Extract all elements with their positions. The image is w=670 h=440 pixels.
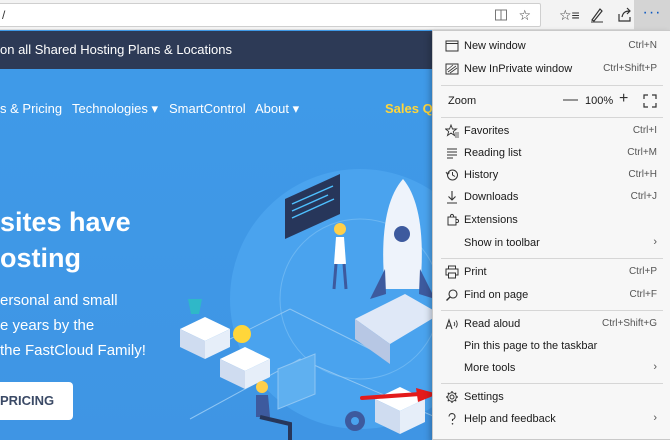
reading-view-icon[interactable] bbox=[494, 8, 508, 22]
menu-divider bbox=[441, 117, 663, 118]
menu-find-on-page[interactable]: Find on page Ctrl+F bbox=[433, 284, 670, 306]
menu-settings[interactable]: Settings bbox=[433, 386, 670, 408]
share-icon[interactable] bbox=[616, 6, 634, 24]
menu-new-window[interactable]: New window Ctrl+N bbox=[433, 35, 670, 57]
help-icon bbox=[448, 413, 456, 425]
hero-subline-1: ersonal and small bbox=[0, 292, 118, 309]
menu-favorites[interactable]: Favorites Ctrl+I bbox=[433, 120, 670, 142]
menu-label: History bbox=[464, 169, 499, 181]
download-icon bbox=[447, 191, 457, 204]
chevron-right-icon: › bbox=[653, 236, 657, 248]
read-aloud-icon bbox=[445, 318, 458, 330]
settings-more-button[interactable]: ··· bbox=[634, 0, 670, 30]
menu-read-aloud[interactable]: Read aloud Ctrl+Shift+G bbox=[433, 313, 670, 335]
chevron-right-icon: › bbox=[653, 412, 657, 424]
menu-shortcut: Ctrl+Shift+G bbox=[601, 318, 657, 329]
menu-divider bbox=[441, 383, 663, 384]
print-icon bbox=[445, 265, 459, 279]
address-bar[interactable]: / ☆ bbox=[0, 3, 541, 27]
promo-text: on all Shared Hosting Plans & Locations bbox=[0, 42, 232, 57]
menu-shortcut: Ctrl+J bbox=[630, 191, 657, 202]
menu-label: New InPrivate window bbox=[464, 63, 573, 75]
menu-shortcut: Ctrl+F bbox=[629, 289, 658, 300]
menu-label: Pin this page to the taskbar bbox=[464, 340, 598, 352]
menu-new-inprivate-window[interactable]: New InPrivate window Ctrl+Shift+P bbox=[433, 58, 670, 80]
menu-downloads[interactable]: Downloads Ctrl+J bbox=[433, 186, 670, 208]
menu-help-and-feedback[interactable]: Help and feedback › bbox=[433, 408, 670, 430]
menu-label: Read aloud bbox=[464, 318, 521, 330]
menu-show-in-toolbar[interactable]: Show in toolbar › bbox=[433, 232, 670, 254]
settings-and-more-menu: New window Ctrl+N New InPrivate window C… bbox=[432, 30, 670, 440]
fullscreen-icon[interactable] bbox=[643, 94, 657, 108]
menu-shortcut: Ctrl+P bbox=[628, 266, 657, 277]
menu-label: Extensions bbox=[464, 214, 518, 226]
zoom-label: Zoom bbox=[448, 95, 477, 107]
menu-label: Show in toolbar bbox=[464, 237, 540, 249]
zoom-in-button[interactable]: + bbox=[619, 90, 628, 108]
menu-shortcut: Ctrl+N bbox=[628, 40, 657, 51]
menu-shortcut: Ctrl+I bbox=[632, 125, 657, 136]
favorites-icon bbox=[445, 124, 459, 138]
menu-print[interactable]: Print Ctrl+P bbox=[433, 261, 670, 283]
menu-divider bbox=[441, 310, 663, 311]
menu-label: More tools bbox=[464, 362, 516, 374]
menu-pin-to-taskbar[interactable]: Pin this page to the taskbar bbox=[433, 335, 670, 357]
zoom-out-button[interactable]: — bbox=[563, 91, 578, 108]
search-icon bbox=[446, 289, 458, 301]
history-icon bbox=[445, 169, 458, 181]
red-arrow-annotation bbox=[360, 388, 438, 402]
add-favorite-star-icon[interactable]: ☆ bbox=[518, 7, 531, 23]
menu-label: Print bbox=[464, 266, 487, 278]
chevron-right-icon: › bbox=[653, 361, 657, 373]
menu-extensions[interactable]: Extensions bbox=[433, 209, 670, 231]
menu-divider bbox=[441, 258, 663, 259]
zoom-level: 100% bbox=[585, 95, 614, 107]
menu-label: Favorites bbox=[464, 125, 510, 137]
menu-label: Help and feedback bbox=[464, 413, 556, 425]
menu-shortcut: Ctrl+M bbox=[627, 147, 657, 158]
nav-smartcontrol[interactable]: SmartControl bbox=[169, 101, 246, 116]
gear-icon bbox=[446, 391, 458, 403]
nav-about[interactable]: About ▾ bbox=[255, 101, 299, 117]
hero-subline-2: e years by the bbox=[0, 317, 95, 334]
browser-toolbar: / ☆ ☆≡ ··· bbox=[0, 0, 670, 30]
pricing-button[interactable]: PRICING bbox=[0, 382, 73, 420]
hero-subline-3: the FastCloud Family! bbox=[0, 342, 146, 359]
menu-divider bbox=[441, 85, 663, 86]
menu-label: Downloads bbox=[464, 191, 519, 203]
nav-plans-pricing[interactable]: s & Pricing bbox=[0, 101, 62, 116]
menu-history[interactable]: History Ctrl+H bbox=[433, 164, 670, 186]
menu-zoom-row: Zoom — 100% + bbox=[433, 90, 670, 112]
nav-technologies[interactable]: Technologies ▾ bbox=[72, 101, 158, 117]
menu-shortcut: Ctrl+H bbox=[628, 169, 657, 180]
new-window-icon bbox=[445, 40, 459, 52]
reading-list-icon bbox=[447, 148, 457, 159]
menu-label: New window bbox=[464, 40, 526, 52]
menu-more-tools[interactable]: More tools › bbox=[433, 357, 670, 379]
hero-headline-line-1: sites have bbox=[0, 207, 131, 237]
menu-shortcut: Ctrl+Shift+P bbox=[603, 63, 657, 74]
pen-icon[interactable] bbox=[588, 6, 606, 24]
menu-label: Reading list bbox=[464, 147, 522, 159]
hero-headline-line-2: osting bbox=[0, 243, 81, 273]
favorites-hub-icon[interactable]: ☆≡ bbox=[559, 6, 580, 24]
menu-label: Settings bbox=[464, 391, 504, 403]
menu-reading-list[interactable]: Reading list Ctrl+M bbox=[433, 142, 670, 164]
extensions-icon bbox=[447, 213, 459, 226]
menu-label: Find on page bbox=[464, 289, 529, 301]
address-url[interactable]: / bbox=[2, 8, 5, 22]
inprivate-icon bbox=[445, 63, 459, 75]
